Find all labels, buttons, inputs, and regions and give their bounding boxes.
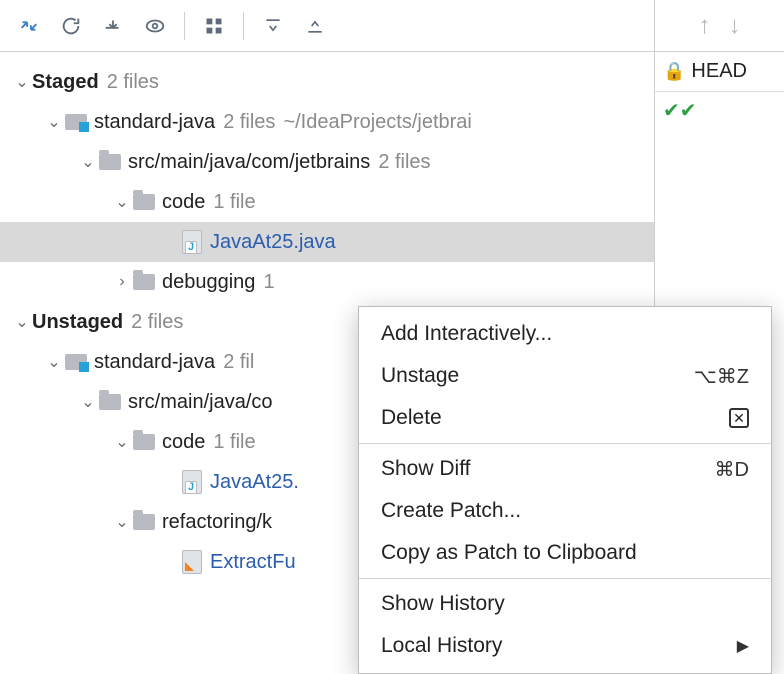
ctx-delete[interactable]: Delete✕ xyxy=(359,397,771,439)
ctx-copy-patch[interactable]: Copy as Patch to Clipboard xyxy=(359,532,771,574)
module-path: ~/IdeaProjects/jetbrai xyxy=(283,111,471,134)
module-count: 2 files xyxy=(223,111,275,134)
arrow-up-icon[interactable]: ↑ xyxy=(699,12,711,40)
java-file-icon xyxy=(180,470,204,494)
chevron-down-icon[interactable]: ⌄ xyxy=(112,512,132,532)
chevron-down-icon[interactable]: ⌄ xyxy=(112,192,132,212)
folder-count: 2 files xyxy=(378,151,430,174)
module-icon xyxy=(64,350,88,374)
folder-count: 1 xyxy=(263,271,274,294)
toolbar-separator xyxy=(184,12,185,40)
chevron-down-icon[interactable]: ⌄ xyxy=(78,152,98,172)
shortcut: ⌥⌘Z xyxy=(694,364,749,389)
group-icon[interactable] xyxy=(195,7,233,45)
folder-name: refactoring/k xyxy=(162,511,272,534)
shortcut: ⌘D xyxy=(715,457,749,482)
group-count: 2 files xyxy=(107,71,159,94)
file-name: JavaAt25.java xyxy=(210,231,336,254)
commit-icon[interactable] xyxy=(10,7,48,45)
module-row[interactable]: ⌄ standard-java 2 files ~/IdeaProjects/j… xyxy=(0,102,654,142)
folder-path: src/main/java/co xyxy=(128,391,273,414)
chevron-down-icon[interactable]: ⌄ xyxy=(44,352,64,372)
file-row-selected[interactable]: JavaAt25.java xyxy=(0,222,654,262)
group-title: Unstaged xyxy=(32,311,123,334)
toolbar xyxy=(0,0,654,52)
folder-count: 1 file xyxy=(213,191,255,214)
chevron-down-icon[interactable]: ⌄ xyxy=(112,432,132,452)
chevron-down-icon[interactable]: ⌄ xyxy=(78,392,98,412)
expand-icon[interactable] xyxy=(254,7,292,45)
ctx-local-history[interactable]: Local History▶ xyxy=(359,625,771,667)
chevron-right-icon[interactable]: › xyxy=(112,273,132,291)
folder-icon xyxy=(132,430,156,454)
module-count: 2 fil xyxy=(223,351,254,374)
file-name: JavaAt25. xyxy=(210,471,299,494)
chevron-down-icon[interactable]: ⌄ xyxy=(12,72,32,92)
folder-count: 1 file xyxy=(213,431,255,454)
preview-icon[interactable] xyxy=(136,7,174,45)
arrow-down-icon[interactable]: ↓ xyxy=(729,12,741,40)
chevron-down-icon[interactable]: ⌄ xyxy=(44,112,64,132)
toolbar-separator xyxy=(243,12,244,40)
file-name: ExtractFu xyxy=(210,551,296,574)
folder-name: debugging xyxy=(162,271,255,294)
ctx-create-patch[interactable]: Create Patch... xyxy=(359,490,771,532)
ctx-unstage[interactable]: Unstage⌥⌘Z xyxy=(359,355,771,397)
module-name: standard-java xyxy=(94,351,215,374)
check-icon: ✔✔ xyxy=(663,100,697,122)
java-file-icon xyxy=(180,230,204,254)
folder-icon xyxy=(132,510,156,534)
sidebar-nav: ↑ ↓ xyxy=(655,0,784,52)
folder-name: code xyxy=(162,431,205,454)
changes-tree: ⌄ Staged 2 files ⌄ standard-java 2 files… xyxy=(0,52,654,610)
folder-row[interactable]: ⌄ code 1 file xyxy=(0,182,654,222)
folder-icon xyxy=(132,270,156,294)
rollback-icon[interactable] xyxy=(94,7,132,45)
staged-group[interactable]: ⌄ Staged 2 files xyxy=(0,62,654,102)
delete-icon: ✕ xyxy=(729,408,749,428)
kotlin-file-icon xyxy=(180,550,204,574)
branch-head[interactable]: 🔒 HEAD xyxy=(655,52,784,92)
ctx-separator xyxy=(359,578,771,579)
folder-row[interactable]: ⌄ src/main/java/com/jetbrains 2 files xyxy=(0,142,654,182)
ctx-show-diff[interactable]: Show Diff⌘D xyxy=(359,448,771,490)
folder-path: src/main/java/com/jetbrains xyxy=(128,151,370,174)
refresh-icon[interactable] xyxy=(52,7,90,45)
folder-icon xyxy=(98,150,122,174)
folder-icon xyxy=(98,390,122,414)
submenu-arrow-icon: ▶ xyxy=(737,636,749,656)
folder-icon xyxy=(132,190,156,214)
folder-row[interactable]: › debugging 1 xyxy=(0,262,654,302)
context-menu: Add Interactively... Unstage⌥⌘Z Delete✕ … xyxy=(358,306,772,674)
folder-name: code xyxy=(162,191,205,214)
module-name: standard-java xyxy=(94,111,215,134)
collapse-icon[interactable] xyxy=(296,7,334,45)
branch-label: HEAD xyxy=(691,60,747,83)
module-icon xyxy=(64,110,88,134)
group-title: Staged xyxy=(32,71,99,94)
chevron-down-icon[interactable]: ⌄ xyxy=(12,312,32,332)
group-count: 2 files xyxy=(131,311,183,334)
ctx-separator xyxy=(359,443,771,444)
ctx-show-history[interactable]: Show History xyxy=(359,583,771,625)
lock-icon: 🔒 xyxy=(663,61,685,82)
ctx-add-interactively[interactable]: Add Interactively... xyxy=(359,313,771,355)
